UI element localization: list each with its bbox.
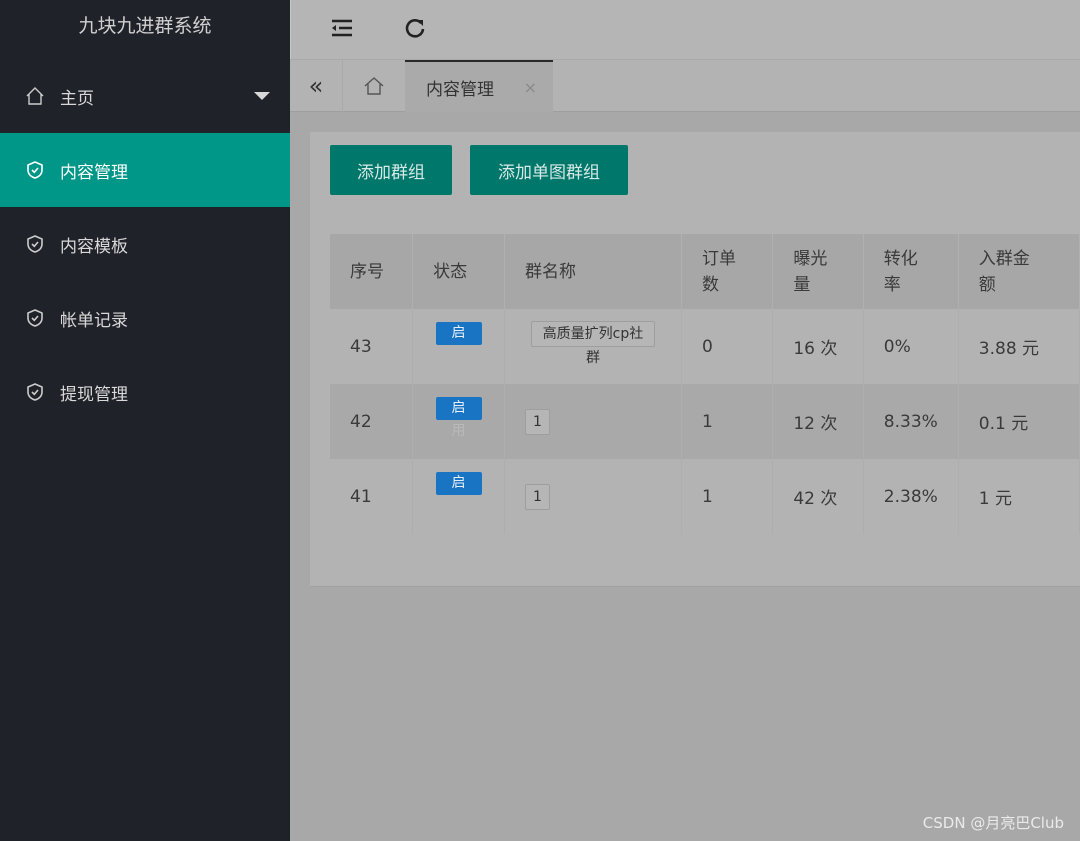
sidebar-item-label: 主页 (60, 88, 94, 109)
cell-amount: 3.88 元 (958, 309, 1080, 384)
refresh-icon[interactable] (402, 15, 428, 41)
cell-orders: 1 (681, 459, 774, 534)
tab-bar: « 内容管理 × (290, 59, 1080, 112)
cell-status: 启用 (412, 384, 505, 459)
cell-rate: 8.33% (863, 384, 959, 459)
cell-status: 启 (412, 309, 505, 384)
col-header-views: 曝光 量 (772, 234, 864, 309)
content-card: 添加群组 添加单图群组 序号 状态 群名称 订单 数 曝光 量 转化 率 入群金… (310, 132, 1080, 587)
close-icon[interactable]: × (524, 78, 537, 97)
cell-orders: 0 (681, 309, 774, 384)
cell-id: 43 (330, 309, 414, 384)
collapse-menu-icon[interactable] (329, 15, 355, 41)
table-row[interactable]: 42 启用 1 1 12 次 8.33% 0.1 元 (330, 384, 1080, 459)
status-badge[interactable]: 启 (435, 472, 482, 495)
status-badge[interactable]: 启 (435, 322, 482, 345)
sidebar-item-home[interactable]: 主页 (0, 59, 290, 133)
tab-label: 内容管理 (426, 79, 494, 100)
table-row[interactable]: 43 启 高质量扩列cp社群 0 16 次 0% 3.88 元 (330, 309, 1080, 384)
cell-name: 高质量扩列cp社群 (504, 309, 682, 384)
shield-check-icon (27, 161, 43, 179)
sidebar-item-content-management[interactable]: 内容管理 (0, 133, 290, 207)
cell-amount: 1 元 (958, 459, 1080, 534)
col-header-name: 群名称 (504, 234, 682, 309)
sidebar-item-label: 内容模板 (60, 236, 128, 257)
sidebar-item-label: 提现管理 (60, 384, 128, 405)
group-table: 序号 状态 群名称 订单 数 曝光 量 转化 率 入群金 额 43 启 高质量扩… (330, 234, 1080, 534)
group-name-tag: 1 (524, 483, 550, 510)
tab-content-management[interactable]: 内容管理 × (405, 60, 553, 112)
col-header-id: 序号 (330, 234, 414, 309)
add-single-group-button[interactable]: 添加单图群组 (470, 145, 628, 195)
cell-views: 16 次 (772, 309, 864, 384)
cell-rate: 0% (863, 309, 959, 384)
status-badge[interactable]: 启 (435, 397, 482, 420)
group-name-wrap: 群 (585, 350, 600, 366)
cell-rate: 2.38% (863, 459, 959, 534)
group-name-tag: 1 (524, 408, 550, 435)
tabs-scroll-left-icon[interactable]: « (290, 60, 343, 112)
app-title: 九块九进群系统 (78, 15, 212, 37)
table-header: 序号 状态 群名称 订单 数 曝光 量 转化 率 入群金 额 (330, 234, 1080, 309)
cell-id: 41 (330, 459, 414, 534)
cell-name: 1 (504, 384, 682, 459)
shield-check-icon (27, 383, 43, 401)
sidebar: 九块九进群系统 主页 内容管理 内容模板 帐单记录 提现管理 (0, 0, 290, 841)
cell-orders: 1 (681, 384, 774, 459)
table-row[interactable]: 41 启 1 1 42 次 2.38% 1 元 (330, 459, 1080, 534)
home-icon (364, 77, 384, 95)
sidebar-item-content-template[interactable]: 内容模板 (0, 207, 290, 281)
col-header-rate: 转化 率 (863, 234, 959, 309)
status-sub: 用 (451, 423, 466, 439)
shield-check-icon (27, 309, 43, 327)
tab-home[interactable] (343, 60, 405, 112)
col-header-amount: 入群金 额 (958, 234, 1080, 309)
col-header-status: 状态 (412, 234, 505, 309)
cell-status: 启 (412, 459, 505, 534)
cell-amount: 0.1 元 (958, 384, 1080, 459)
cell-name: 1 (504, 459, 682, 534)
home-icon (26, 87, 44, 105)
col-header-orders: 订单 数 (681, 234, 774, 309)
sidebar-item-billing[interactable]: 帐单记录 (0, 281, 290, 355)
cell-views: 12 次 (772, 384, 864, 459)
sidebar-item-label: 帐单记录 (60, 310, 128, 331)
top-bar (290, 0, 1080, 59)
watermark: CSDN @月亮巴Club (922, 814, 1064, 832)
sidebar-item-withdrawal[interactable]: 提现管理 (0, 355, 290, 429)
chevron-down-icon (254, 92, 270, 100)
cell-id: 42 (330, 384, 414, 459)
group-name-tag: 高质量扩列cp社 (530, 321, 656, 347)
sidebar-item-label: 内容管理 (60, 162, 128, 183)
add-group-button[interactable]: 添加群组 (330, 145, 452, 195)
shield-check-icon (27, 235, 43, 253)
cell-views: 42 次 (772, 459, 864, 534)
